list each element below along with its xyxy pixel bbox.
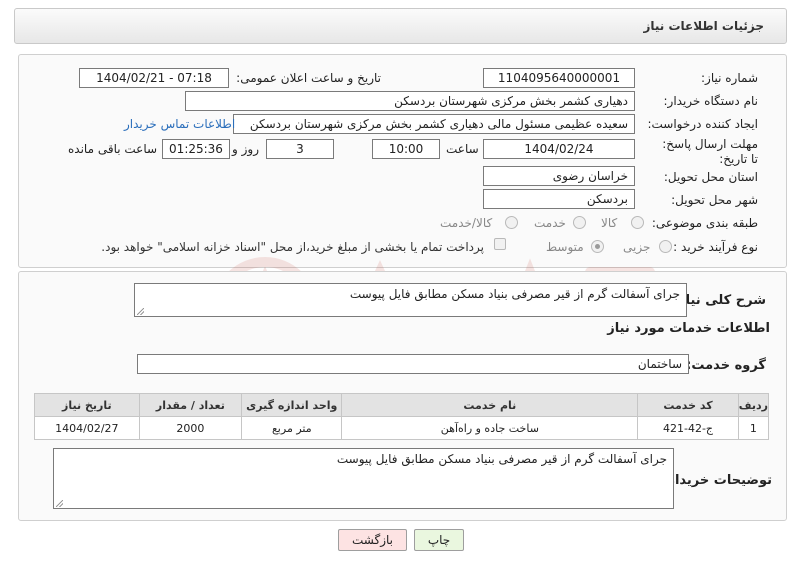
deadline-date-field: 1404/02/24 — [483, 139, 635, 159]
buyer-notes-textarea: جرای آسفالت گرم از قیر مصرفی بنیاد مسکن … — [53, 448, 674, 509]
deadline-label: مهلت ارسال پاسخ: تا تاریخ: — [662, 137, 758, 166]
purchase-medium-label: متوسط — [546, 240, 584, 254]
page-title: جزئیات اطلاعات نیاز — [643, 19, 764, 33]
back-button[interactable]: بازگشت — [338, 529, 407, 551]
purchase-minor-radio[interactable] — [659, 240, 672, 253]
category-goods-service-radio[interactable] — [505, 216, 518, 229]
col-date-header: تاریخ نیاز — [34, 393, 140, 417]
buyer-org-field: دهیاری کشمر بخش مرکزی شهرستان بردسکن — [185, 91, 635, 111]
days-field: 3 — [266, 139, 334, 159]
general-desc-textarea: جرای آسفالت گرم از قیر مصرفی بنیاد مسکن … — [134, 283, 687, 317]
cell-unit: متر مربع — [241, 416, 343, 440]
buyer-contact-link[interactable]: اطلاعات تماس خریدار — [124, 117, 235, 131]
header-bar: جزئیات اطلاعات نیاز — [14, 8, 787, 44]
treasury-checkbox[interactable] — [494, 238, 506, 250]
day-and-label: روز و — [232, 142, 259, 156]
city-label: شهر محل تحویل: — [671, 193, 758, 207]
province-field: خراسان رضوی — [483, 166, 635, 186]
category-service-label: خدمت — [534, 216, 566, 230]
col-qty-header: تعداد / مقدار — [138, 393, 243, 417]
buyer-org-label: نام دستگاه خریدار: — [663, 94, 759, 108]
need-number-field: 1104095640000001 — [483, 68, 635, 88]
remaining-time-field: 01:25:36 — [162, 139, 230, 159]
announce-datetime-label: تاریخ و ساعت اعلان عمومی: — [236, 71, 381, 85]
category-service-radio[interactable] — [573, 216, 586, 229]
resize-grip-icon — [56, 500, 63, 507]
cell-qty: 2000 — [138, 416, 243, 440]
category-goods-label: کالا — [601, 216, 618, 230]
purchase-medium-radio[interactable] — [591, 240, 604, 253]
purchase-type-label: نوع فرآیند خرید : — [673, 240, 758, 254]
col-row-header: ردیف — [737, 393, 770, 417]
need-number-label: شماره نیاز: — [701, 71, 758, 85]
remaining-label: ساعت باقی مانده — [68, 142, 158, 156]
col-code-header: کد خدمت — [637, 393, 739, 417]
treasury-note: پرداخت تمام یا بخشی از مبلغ خرید،از محل … — [101, 240, 484, 254]
category-label: طبقه بندی موضوعی: — [651, 216, 758, 230]
table-row: 1 ج-42-421 ساخت جاده و راه‌آهن متر مربع … — [34, 416, 770, 440]
deadline-time-field: 10:00 — [372, 139, 440, 159]
table-header-row: ردیف کد خدمت نام خدمت واحد اندازه گیری ت… — [34, 393, 770, 417]
cell-name: ساخت جاده و راه‌آهن — [341, 416, 639, 440]
col-name-header: نام خدمت — [341, 393, 639, 417]
cell-date: 1404/02/27 — [34, 416, 140, 440]
cell-row: 1 — [737, 416, 770, 440]
deadline-time-label: ساعت — [446, 142, 479, 156]
city-field: بردسکن — [483, 189, 635, 209]
announce-datetime-field: 1404/02/21 - 07:18 — [79, 68, 229, 88]
service-group-label: گروه خدمت: — [686, 358, 766, 373]
resize-grip-icon — [137, 308, 144, 315]
cell-code: ج-42-421 — [637, 416, 739, 440]
services-table: ردیف کد خدمت نام خدمت واحد اندازه گیری ت… — [34, 393, 770, 440]
general-desc-text: جرای آسفالت گرم از قیر مصرفی بنیاد مسکن … — [349, 287, 680, 301]
purchase-minor-label: جزیی — [623, 240, 651, 254]
buyer-notes-text: جرای آسفالت گرم از قیر مصرفی بنیاد مسکن … — [336, 452, 667, 466]
province-label: استان محل تحویل: — [663, 170, 758, 184]
print-button[interactable]: چاپ — [414, 529, 464, 551]
col-unit-header: واحد اندازه گیری — [241, 393, 343, 417]
category-goods-radio[interactable] — [631, 216, 644, 229]
category-goods-service-label: کالا/خدمت — [440, 216, 493, 230]
service-group-field: ساختمان — [137, 354, 689, 374]
requester-field: سعیده عظیمی مسئول مالی دهیاری کشمر بخش م… — [233, 114, 635, 134]
services-title: اطلاعات خدمات مورد نیاز — [607, 321, 770, 336]
requester-label: ایجاد کننده درخواست: — [647, 117, 758, 131]
buyer-notes-label: توضیحات خریدار: — [662, 473, 772, 488]
